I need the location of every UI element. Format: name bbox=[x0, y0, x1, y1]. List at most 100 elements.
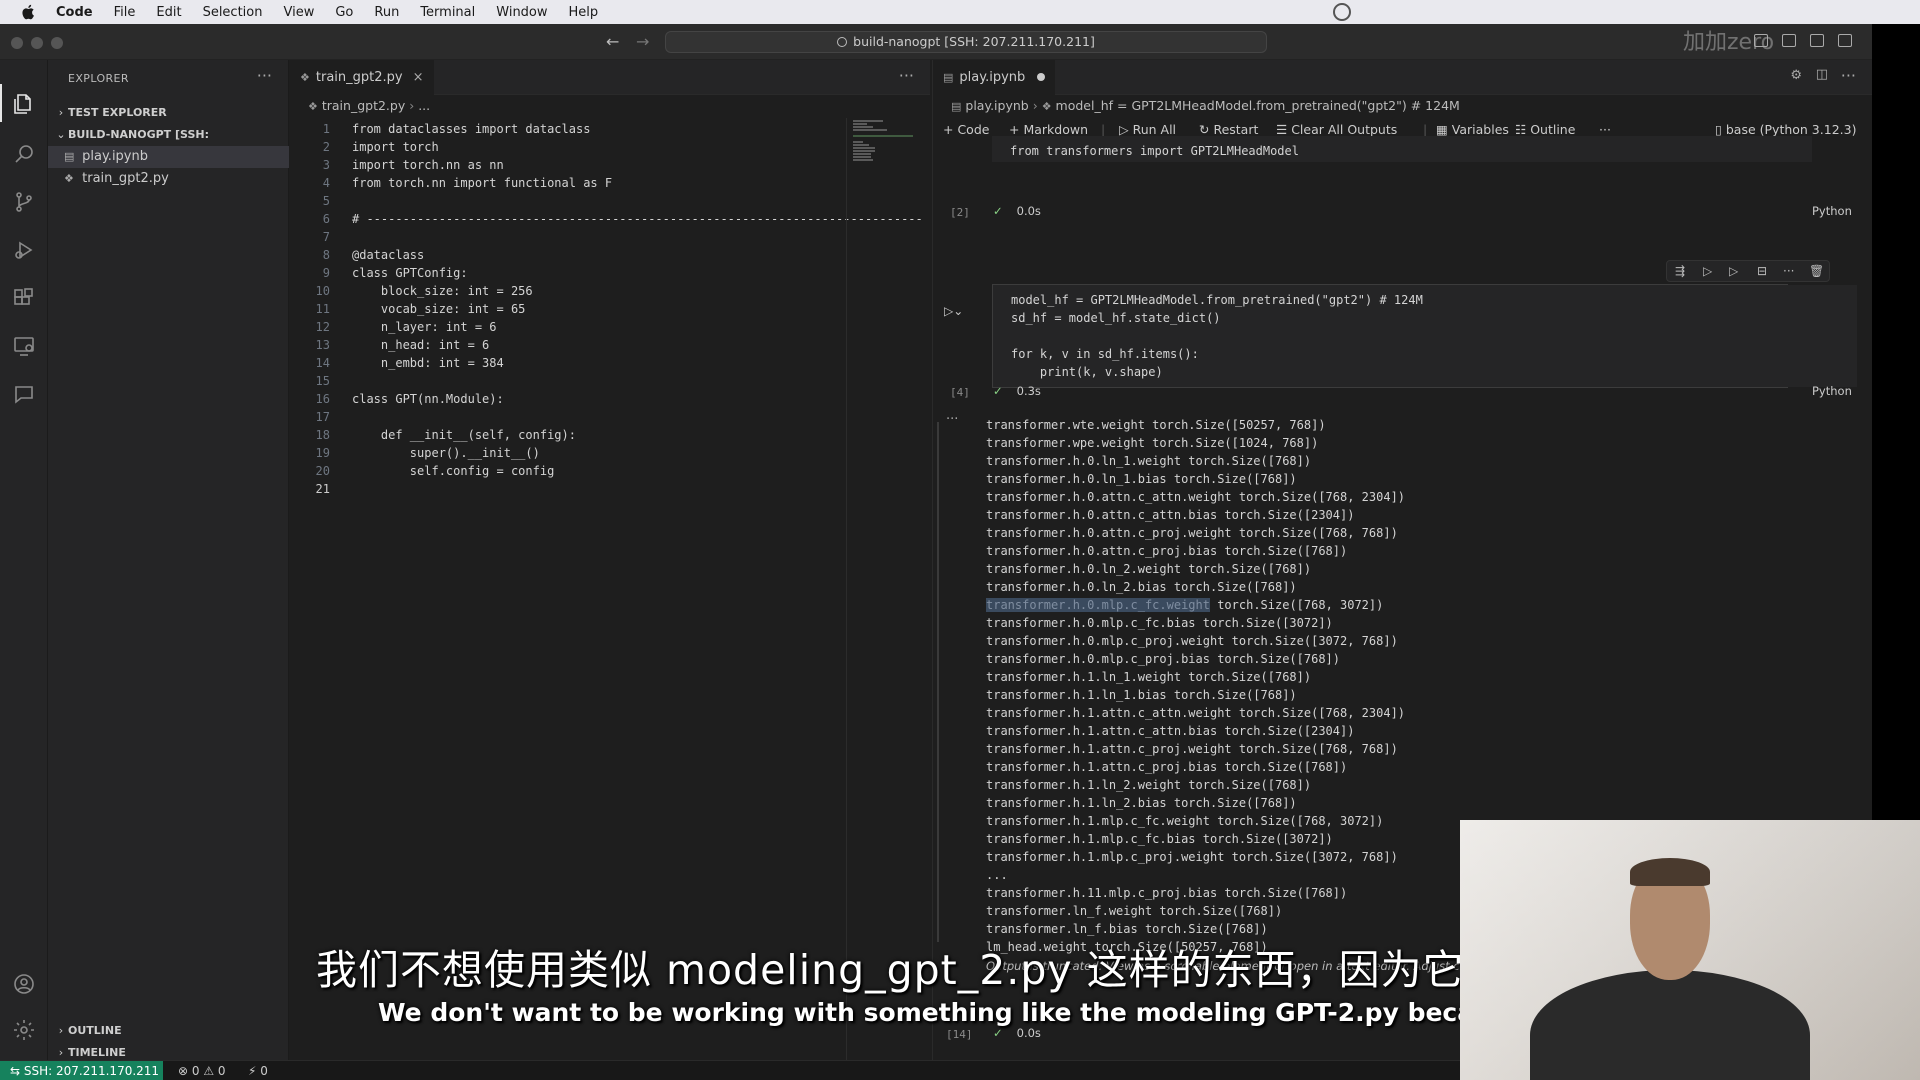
apple-icon[interactable] bbox=[20, 4, 38, 20]
command-center[interactable]: build-nanogpt [SSH: 207.211.170.211] bbox=[665, 31, 1267, 53]
more-actions-icon[interactable]: ··· bbox=[1783, 264, 1794, 278]
breadcrumb-file[interactable]: play.ipynb bbox=[965, 98, 1028, 113]
execute-above-icon[interactable]: ▷ bbox=[1703, 264, 1712, 278]
selected-text[interactable]: transformer.h.0.mlp.c_fc.weight bbox=[986, 598, 1210, 612]
go-back-icon[interactable]: ← bbox=[606, 32, 619, 51]
more-actions-icon[interactable]: ··· bbox=[257, 66, 272, 85]
code-line[interactable]: 8 @dataclass bbox=[290, 246, 850, 264]
menu-help[interactable]: Help bbox=[569, 5, 599, 20]
code-line[interactable]: 6 # -------------------------------------… bbox=[290, 210, 923, 228]
menu-file[interactable]: File bbox=[114, 5, 136, 20]
code-line[interactable]: 4 from torch.nn import functional as F bbox=[290, 174, 850, 192]
code-line[interactable]: 14 n_embd: int = 384 bbox=[290, 354, 850, 372]
cell-1-source[interactable]: from transformers import GPT2LMHeadModel bbox=[992, 136, 1812, 162]
code-line[interactable]: 20 self.config = config bbox=[290, 462, 850, 480]
execute-below-icon[interactable]: ▷ bbox=[1729, 264, 1738, 278]
toggle-sidebar-icon[interactable] bbox=[1754, 34, 1768, 47]
menu-view[interactable]: View bbox=[283, 5, 314, 20]
breadcrumb-symbol[interactable]: model_hf = GPT2LMHeadModel.from_pretrain… bbox=[1056, 98, 1460, 113]
code-editor[interactable]: 1 from dataclasses import dataclass 2 impor… bbox=[290, 120, 923, 498]
output-more-icon[interactable]: ··· bbox=[946, 412, 958, 427]
go-forward-icon[interactable]: → bbox=[636, 32, 649, 51]
code-line[interactable]: 21 bbox=[290, 480, 850, 498]
code-line[interactable]: 3 import torch.nn as nn bbox=[290, 156, 850, 174]
account-icon[interactable] bbox=[12, 972, 36, 996]
cell-2-output[interactable]: transformer.wte.weight torch.Size([50257… bbox=[986, 416, 1405, 956]
code-line[interactable]: 15 bbox=[290, 372, 850, 390]
code-line[interactable]: 17 bbox=[290, 408, 850, 426]
cell-code-line[interactable]: sd_hf = model_hf.state_dict() bbox=[1011, 309, 1857, 327]
run-cell-icon[interactable]: ▷⌄ bbox=[944, 304, 963, 318]
cell-code-line[interactable] bbox=[1011, 327, 1857, 345]
control-center-icon[interactable] bbox=[1333, 3, 1351, 21]
code-line[interactable]: 7 bbox=[290, 228, 850, 246]
toggle-secondary-sidebar-icon[interactable] bbox=[1810, 34, 1824, 47]
code-line[interactable]: 2 import torch bbox=[290, 138, 850, 156]
cell-code-line[interactable]: for k, v in sd_hf.items(): bbox=[1011, 345, 1857, 363]
code-line[interactable]: 13 n_head: int = 6 bbox=[290, 336, 850, 354]
code-line[interactable]: 5 bbox=[290, 192, 850, 210]
customize-layout-icon[interactable] bbox=[1838, 34, 1852, 47]
tab-play-ipynb[interactable]: ▤ play.ipynb bbox=[933, 60, 1056, 95]
menu-app-code[interactable]: Code bbox=[56, 5, 93, 20]
problems-indicator[interactable]: ⊗ 0 ⚠ 0 bbox=[178, 1061, 226, 1080]
zoom-window-icon[interactable] bbox=[51, 37, 63, 49]
chat-icon[interactable] bbox=[12, 382, 36, 406]
cell-2-source[interactable]: model_hf = GPT2LMHeadModel.from_pretrain… bbox=[993, 285, 1857, 387]
file-train-gpt2-py[interactable]: ❖ train_gpt2.py bbox=[48, 168, 289, 190]
minimap[interactable] bbox=[846, 118, 926, 1078]
cell-code-line[interactable]: model_hf = GPT2LMHeadModel.from_pretrain… bbox=[1011, 291, 1857, 309]
cell-2-language[interactable]: Python bbox=[1812, 384, 1852, 398]
code-line[interactable]: 10 block_size: int = 256 bbox=[290, 282, 850, 300]
breadcrumb-rest[interactable]: ... bbox=[418, 98, 430, 113]
search-icon[interactable] bbox=[12, 142, 36, 166]
notebook-cell-2[interactable]: model_hf = GPT2LMHeadModel.from_pretrain… bbox=[992, 284, 1857, 388]
split-cell-icon[interactable]: ⊟ bbox=[1757, 264, 1767, 278]
close-window-icon[interactable] bbox=[11, 37, 23, 49]
notebook-cell-1[interactable]: from transformers import GPT2LMHeadModel bbox=[992, 136, 1812, 162]
settings-gear-icon[interactable]: ⚙ bbox=[1790, 68, 1802, 83]
cell-1-language[interactable]: Python bbox=[1812, 204, 1852, 218]
run-debug-icon[interactable] bbox=[12, 238, 36, 262]
code-line[interactable]: 12 n_layer: int = 6 bbox=[290, 318, 850, 336]
breadcrumb-file[interactable]: train_gpt2.py bbox=[322, 98, 405, 113]
code-line[interactable]: 1 from dataclasses import dataclass bbox=[290, 120, 850, 138]
folder-section[interactable]: ⌄BUILD-NANOGPT [SSH: 207.211.170.... bbox=[48, 124, 289, 163]
toggle-panel-icon[interactable] bbox=[1782, 34, 1796, 47]
file-play-ipynb[interactable]: ▤ play.ipynb bbox=[48, 146, 289, 168]
extensions-icon[interactable] bbox=[12, 286, 36, 310]
tab-train-gpt2-py[interactable]: ❖ train_gpt2.py × bbox=[290, 60, 434, 95]
code-line[interactable]: 11 vocab_size: int = 65 bbox=[290, 300, 850, 318]
line-number: 20 bbox=[315, 464, 330, 478]
code-line[interactable]: 18 def __init__(self, config): bbox=[290, 426, 850, 444]
remote-explorer-icon[interactable] bbox=[12, 334, 36, 358]
unsaved-dot-icon[interactable] bbox=[1037, 73, 1046, 81]
menu-edit[interactable]: Edit bbox=[156, 5, 181, 20]
menu-terminal[interactable]: Terminal bbox=[420, 5, 475, 20]
delete-cell-icon[interactable]: 🗑 bbox=[1809, 264, 1824, 278]
menu-window[interactable]: Window bbox=[496, 5, 547, 20]
source-control-icon[interactable] bbox=[12, 190, 36, 214]
menu-go[interactable]: Go bbox=[335, 5, 353, 20]
minimize-window-icon[interactable] bbox=[31, 37, 43, 49]
more-actions-icon[interactable]: ··· bbox=[1841, 66, 1856, 85]
cell-code-line[interactable]: print(k, v.shape) bbox=[1011, 363, 1857, 381]
split-editor-icon[interactable]: ◫ bbox=[1816, 67, 1828, 82]
code-line[interactable]: 9 class GPTConfig: bbox=[290, 264, 850, 282]
test-explorer-section[interactable]: › TEST EXPLORER bbox=[48, 102, 289, 124]
code-line[interactable]: 19 super().__init__() bbox=[290, 444, 850, 462]
close-icon[interactable]: × bbox=[413, 70, 424, 85]
menu-run[interactable]: Run bbox=[374, 5, 399, 20]
cell-code-text: for k, v in sd_hf.items(): bbox=[1011, 347, 1199, 361]
code-line[interactable]: 16 class GPT(nn.Module): bbox=[290, 390, 850, 408]
explorer-icon[interactable] bbox=[12, 92, 36, 116]
menu-selection[interactable]: Selection bbox=[203, 5, 263, 20]
run-by-line-icon[interactable]: ⇶ bbox=[1675, 264, 1685, 278]
outline-section[interactable]: › OUTLINE bbox=[48, 1020, 289, 1042]
manage-gear-icon[interactable] bbox=[12, 1018, 36, 1042]
more-actions-icon[interactable]: ··· bbox=[899, 66, 914, 85]
ports-indicator[interactable]: ⚡ 0 bbox=[248, 1061, 268, 1080]
remote-indicator[interactable]: ⇆ SSH: 207.211.170.211 bbox=[0, 1061, 163, 1080]
add-code-cell-button[interactable]: + Code bbox=[943, 117, 989, 143]
line-text: @dataclass bbox=[352, 248, 425, 262]
